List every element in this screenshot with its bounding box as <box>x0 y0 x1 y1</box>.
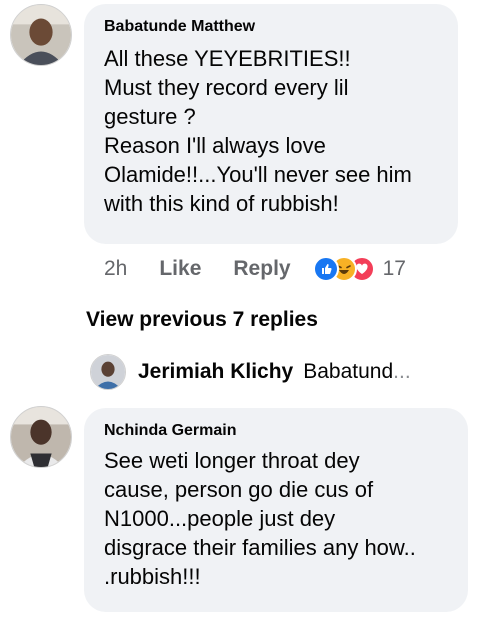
comment-timestamp[interactable]: 2h <box>104 257 127 281</box>
comment-author[interactable]: Nchinda Germain <box>104 422 236 440</box>
profile-photo <box>11 407 71 467</box>
comment-bubble: Nchinda Germain See weti longer throat d… <box>84 408 468 612</box>
avatar <box>90 354 126 390</box>
reply-preview[interactable]: Jerimiah Klichy Babatund... <box>90 354 411 390</box>
reply-snippet: Babatund <box>303 360 394 383</box>
reactions-summary[interactable]: 17 <box>312 256 406 282</box>
reaction-count: 17 <box>382 257 406 280</box>
comment-actions: 2h Like Reply 17 <box>104 256 406 282</box>
comment-text: See weti longer throat dey cause, person… <box>104 448 416 589</box>
profile-photo <box>11 5 71 65</box>
comment-bubble: Babatunde Matthew All these YEYEBRITIES!… <box>84 4 458 244</box>
view-previous-replies-link[interactable]: View previous 7 replies <box>86 308 318 332</box>
profile-photo <box>91 355 125 389</box>
comment-text: All these YEYEBRITIES!! Must they record… <box>104 46 412 216</box>
reply-author[interactable]: Jerimiah Klichy <box>138 360 293 384</box>
comment-author[interactable]: Babatunde Matthew <box>104 18 255 36</box>
like-icon <box>312 256 339 282</box>
avatar[interactable] <box>10 406 72 468</box>
avatar[interactable] <box>10 4 72 66</box>
like-button[interactable]: Like <box>159 257 201 281</box>
reply-button[interactable]: Reply <box>233 257 290 281</box>
reply-snippet-ellipsis: ... <box>393 360 411 383</box>
